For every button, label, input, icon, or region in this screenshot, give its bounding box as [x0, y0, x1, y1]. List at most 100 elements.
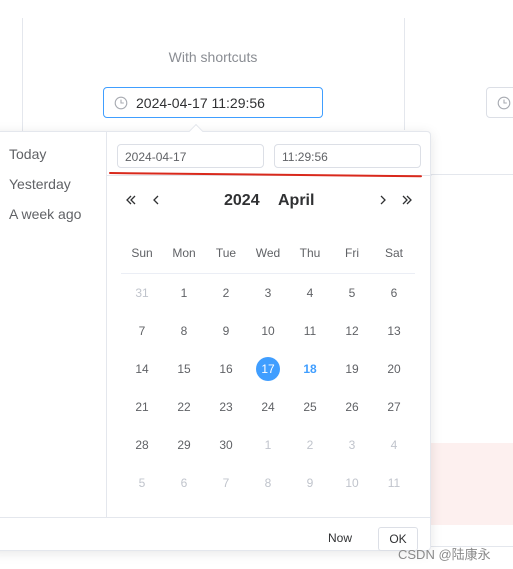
- background-highlight: [431, 443, 513, 525]
- now-button[interactable]: Now: [328, 531, 352, 545]
- calendar-day[interactable]: 16: [205, 350, 247, 388]
- calendar-day-other-month[interactable]: 5: [121, 464, 163, 502]
- calendar-day-label: 7: [138, 324, 146, 338]
- calendar-day[interactable]: 21: [121, 388, 163, 426]
- calendar-day-label: 2: [306, 438, 314, 452]
- calendar-day-other-month[interactable]: 2: [289, 426, 331, 464]
- calendar-day[interactable]: 1: [163, 274, 205, 312]
- calendar-day[interactable]: 8: [163, 312, 205, 350]
- shortcut-week-ago[interactable]: A week ago: [9, 206, 81, 222]
- picker-footer: Now OK: [0, 517, 432, 552]
- calendar-day-other-month[interactable]: 31: [121, 274, 163, 312]
- calendar-day-other-month[interactable]: 9: [289, 464, 331, 502]
- header-year[interactable]: 2024: [224, 192, 260, 210]
- calendar-day-label: 24: [261, 400, 275, 414]
- calendar-day-other-month[interactable]: 10: [331, 464, 373, 502]
- calendar-day[interactable]: 6: [373, 274, 415, 312]
- calendar-day[interactable]: 15: [163, 350, 205, 388]
- calendar-day[interactable]: 10: [247, 312, 289, 350]
- weekday-label: Thu: [299, 246, 321, 260]
- calendar-day-label: 4: [390, 438, 398, 452]
- calendar-day[interactable]: 13: [373, 312, 415, 350]
- calendar-day-label: 15: [177, 362, 191, 376]
- calendar-day-label: 8: [180, 324, 188, 338]
- weekday-label: Fri: [345, 246, 359, 260]
- calendar-day-label: 25: [303, 400, 317, 414]
- demo-label: With shortcuts: [168, 49, 258, 65]
- calendar-day[interactable]: 28: [121, 426, 163, 464]
- calendar-day-label: 19: [345, 362, 359, 376]
- calendar-day-label: 16: [219, 362, 233, 376]
- calendar-day-label: 5: [348, 286, 356, 300]
- calendar-day-label: 26: [345, 400, 359, 414]
- column-divider-right: [404, 18, 405, 130]
- datetime-input-secondary[interactable]: [486, 87, 513, 118]
- calendar-day[interactable]: 30: [205, 426, 247, 464]
- calendar-day[interactable]: 12: [331, 312, 373, 350]
- calendar-day[interactable]: 4: [289, 274, 331, 312]
- calendar-day[interactable]: 29: [163, 426, 205, 464]
- calendar-day-label: 30: [219, 438, 233, 452]
- calendar-day[interactable]: 27: [373, 388, 415, 426]
- calendar-day-label: 13: [387, 324, 401, 338]
- header-month[interactable]: April: [278, 192, 314, 210]
- calendar-day-label: 3: [264, 286, 272, 300]
- calendar-day-label: 6: [390, 286, 398, 300]
- calendar-day-other-month[interactable]: 1: [247, 426, 289, 464]
- datetime-input-value: 2024-04-17 11:29:56: [136, 95, 265, 111]
- double-chevron-right-icon[interactable]: [401, 194, 413, 210]
- calendar-day[interactable]: 19: [331, 350, 373, 388]
- calendar-day-label: 22: [177, 400, 191, 414]
- clock-icon: [497, 96, 511, 115]
- calendar-day[interactable]: 23: [205, 388, 247, 426]
- calendar-day-label: 9: [306, 476, 314, 490]
- calendar-day[interactable]: 9: [205, 312, 247, 350]
- calendar-day-label: 31: [135, 286, 149, 300]
- calendar-day-other-month[interactable]: 8: [247, 464, 289, 502]
- weekday-label: Sun: [131, 246, 153, 260]
- calendar-day-label: 11: [303, 324, 317, 338]
- calendar-day-label: 2: [222, 286, 230, 300]
- calendar-day-label: 23: [219, 400, 233, 414]
- calendar-day[interactable]: 25: [289, 388, 331, 426]
- calendar-day[interactable]: 5: [331, 274, 373, 312]
- watermark: CSDN @陆康永: [398, 547, 491, 562]
- weekday-label: Tue: [215, 246, 237, 260]
- calendar-day[interactable]: 7: [121, 312, 163, 350]
- weekday-label: Sat: [384, 246, 403, 260]
- calendar-day[interactable]: 22: [163, 388, 205, 426]
- calendar-day[interactable]: 18: [289, 350, 331, 388]
- calendar-day-other-month[interactable]: 11: [373, 464, 415, 502]
- calendar-day-label: 17: [256, 357, 280, 381]
- chevron-left-icon[interactable]: [150, 194, 162, 210]
- calendar-day-label: 4: [306, 286, 314, 300]
- calendar-day-other-month[interactable]: 6: [163, 464, 205, 502]
- calendar-day[interactable]: 17: [247, 350, 289, 388]
- calendar-day[interactable]: 14: [121, 350, 163, 388]
- calendar-day-other-month[interactable]: 4: [373, 426, 415, 464]
- calendar-day-label: 20: [387, 362, 401, 376]
- background-divider: [430, 174, 513, 175]
- calendar-day[interactable]: 2: [205, 274, 247, 312]
- calendar-day-other-month[interactable]: 3: [331, 426, 373, 464]
- time-input[interactable]: 11:29:56: [274, 144, 421, 168]
- double-chevron-left-icon[interactable]: [125, 194, 137, 210]
- weekday-header: Sun Mon Tue Wed Thu Fri Sat: [121, 246, 415, 274]
- calendar-day-label: 29: [177, 438, 191, 452]
- shortcut-today[interactable]: Today: [9, 146, 46, 162]
- calendar-day[interactable]: 20: [373, 350, 415, 388]
- calendar-day-label: 12: [345, 324, 359, 338]
- calendar-day-label: 1: [264, 438, 272, 452]
- calendar-day-label: 10: [261, 324, 275, 338]
- calendar-day[interactable]: 26: [331, 388, 373, 426]
- calendar-day-label: 8: [264, 476, 272, 490]
- shortcut-yesterday[interactable]: Yesterday: [9, 176, 71, 192]
- chevron-right-icon[interactable]: [377, 194, 389, 210]
- picker-header-inputs: 2024-04-17 11:29:56: [107, 132, 432, 176]
- calendar-day[interactable]: 3: [247, 274, 289, 312]
- calendar-day-other-month[interactable]: 7: [205, 464, 247, 502]
- datetime-input[interactable]: 2024-04-17 11:29:56: [103, 87, 323, 118]
- date-input[interactable]: 2024-04-17: [117, 144, 264, 168]
- calendar-day[interactable]: 24: [247, 388, 289, 426]
- calendar-day[interactable]: 11: [289, 312, 331, 350]
